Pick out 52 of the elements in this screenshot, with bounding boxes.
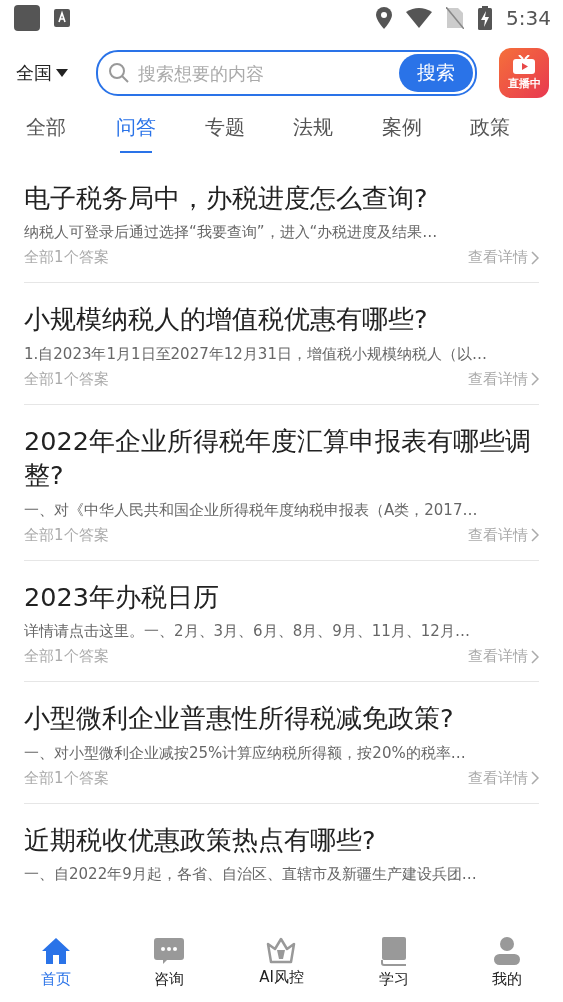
category-tab[interactable]: 全部: [0, 114, 92, 162]
category-tab[interactable]: 问答: [92, 114, 181, 162]
chevron-right-icon: [531, 649, 539, 664]
category-tab[interactable]: 专题: [180, 114, 269, 162]
nav-tab[interactable]: 咨询: [112, 930, 226, 1002]
question-title[interactable]: 近期税收优惠政策热点有哪些?: [24, 822, 539, 857]
chevron-right-icon: [531, 250, 539, 265]
location-dropdown[interactable]: 全国: [16, 61, 68, 85]
nav-tab[interactable]: 学习: [337, 930, 451, 1002]
book-icon: [380, 936, 409, 966]
search-icon: [108, 62, 130, 84]
no-sim-icon: [446, 7, 465, 29]
answer-count: 全部1个答案: [24, 525, 109, 545]
battery-icon: [478, 6, 493, 30]
caret-icon: [56, 69, 68, 77]
nav-tab[interactable]: AI风控: [225, 930, 338, 1002]
category-tab[interactable]: 政策: [446, 114, 535, 162]
answer-summary: 纳税人可登录后通过选择“我要查询”，进入“办税进度及结果…: [24, 223, 439, 243]
question-title[interactable]: 2022年企业所得税年度汇算申报表有哪些调整?: [24, 423, 539, 493]
answer-count: 全部1个答案: [24, 248, 109, 268]
person-icon: [492, 936, 521, 966]
tv-icon: [511, 55, 537, 75]
chat-icon: [152, 936, 185, 966]
answer-count: 全部1个答案: [24, 647, 109, 667]
category-tab[interactable]: 案例: [357, 114, 446, 162]
answer-summary: 详情请点击这里。一、2月、3月、6月、8月、9月、11月、12月…: [24, 622, 471, 642]
chevron-right-icon: [531, 528, 539, 543]
question-title[interactable]: 2023年办税日历: [24, 579, 539, 615]
app-notification-icon: [14, 5, 40, 31]
clock-time: 5:34: [506, 6, 551, 30]
wifi-icon: [406, 8, 433, 28]
answer-summary: 一、对《中华人民共和国企业所得税年度纳税申报表（A类，2017…: [24, 500, 479, 520]
search-field[interactable]: 搜索想要的内容 搜索: [96, 50, 477, 96]
chevron-right-icon: [531, 372, 539, 387]
keyboard-icon: [54, 9, 70, 27]
question-title[interactable]: 电子税务局中，办税进度怎么查询?: [24, 181, 539, 216]
answer-summary: 1.自2023年1月1日至2027年12月31日，增值税小规模纳税人（以…: [24, 344, 488, 364]
answer-summary: 一、对小型微利企业减按25%计算应纳税所得额，按20%的税率…: [24, 743, 467, 763]
question-title[interactable]: 小型微利企业普惠性所得税减免政策?: [24, 701, 539, 736]
location-icon: [376, 7, 393, 29]
category-tab[interactable]: 法规: [269, 114, 358, 162]
answer-summary: 一、自2022年9月起，各省、自治区、直辖市及新疆生产建设兵团…: [24, 864, 478, 884]
chevron-right-icon: [531, 771, 539, 786]
search-button[interactable]: 搜索: [399, 54, 473, 92]
question-title[interactable]: 小规模纳税人的增值税优惠有哪些?: [24, 302, 539, 337]
crown-icon: [266, 936, 297, 964]
answer-count: 全部1个答案: [24, 369, 109, 389]
nav-tab[interactable]: 首页: [0, 930, 113, 1002]
nav-tab[interactable]: 我的: [450, 930, 563, 1002]
home-icon: [41, 936, 72, 966]
answer-count: 全部1个答案: [24, 768, 109, 788]
live-button[interactable]: 直播中: [499, 48, 549, 98]
